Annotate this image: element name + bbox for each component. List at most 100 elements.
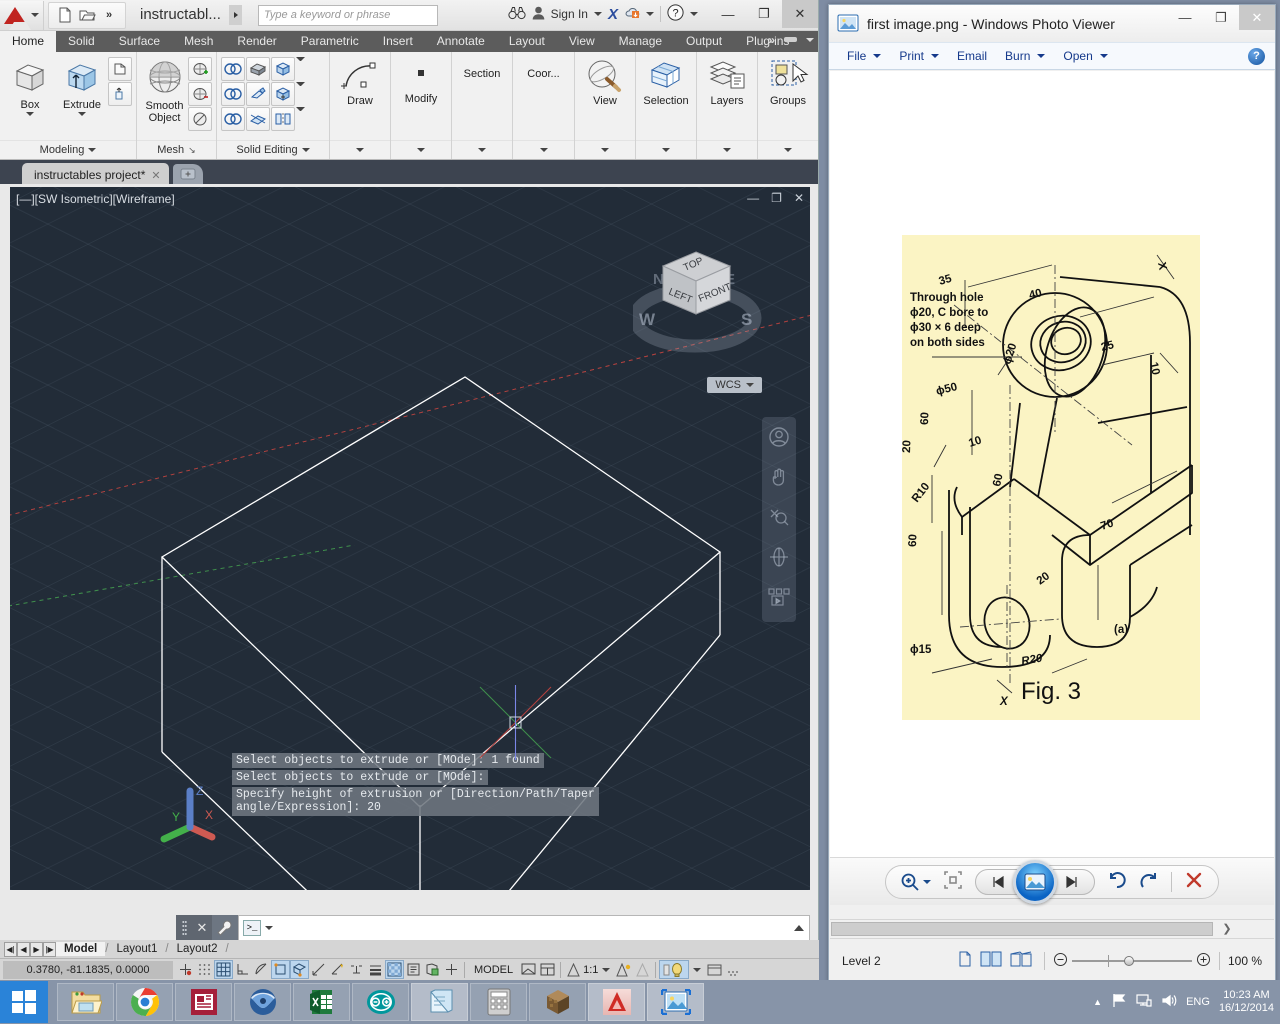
- intersect-icon[interactable]: [221, 107, 245, 131]
- show-motion-icon[interactable]: [762, 577, 796, 617]
- tab-annotate[interactable]: Annotate: [425, 31, 497, 52]
- tab-view[interactable]: View: [557, 31, 607, 52]
- application-menu-button[interactable]: [0, 1, 44, 30]
- next-layout-icon[interactable]: ▶: [30, 942, 43, 957]
- a360-chevron-down-icon[interactable]: [646, 12, 654, 16]
- modify-button[interactable]: Modify: [395, 55, 447, 140]
- calculator-taskbar-icon[interactable]: [470, 983, 527, 1021]
- smooth-more-icon[interactable]: [188, 57, 212, 81]
- network-icon[interactable]: [1136, 993, 1152, 1011]
- workspace-chevron-down-icon[interactable]: [693, 968, 701, 972]
- document-title-dropdown[interactable]: [229, 5, 242, 25]
- selection-button[interactable]: Selection: [640, 55, 692, 140]
- box-chevron-down-icon[interactable]: [26, 112, 34, 116]
- taper-faces-icon[interactable]: [246, 82, 270, 106]
- object-snap-icon[interactable]: [271, 960, 290, 979]
- section-button[interactable]: Section: [456, 64, 508, 80]
- command-line-customize-icon[interactable]: [212, 915, 238, 941]
- autocad-taskbar-icon[interactable]: [588, 983, 645, 1021]
- zoom-slider[interactable]: [1053, 952, 1211, 970]
- presspull-icon[interactable]: [108, 57, 132, 81]
- minimize-button[interactable]: —: [710, 0, 746, 28]
- refine-mesh-icon[interactable]: [188, 107, 212, 131]
- play-slideshow-button[interactable]: [1013, 860, 1057, 904]
- coordinates-button[interactable]: Coor...: [517, 64, 570, 80]
- solid-edit-face-icon[interactable]: [271, 57, 295, 81]
- toolbar-lock-icon[interactable]: [705, 960, 724, 979]
- two-page-view-icon[interactable]: [980, 951, 1002, 970]
- ortho-mode-icon[interactable]: [233, 960, 252, 979]
- last-layout-icon[interactable]: |▶: [43, 942, 56, 957]
- separate-icon[interactable]: [271, 82, 295, 106]
- orbit-icon[interactable]: [762, 537, 796, 577]
- command-line-drag-handle[interactable]: [176, 915, 192, 941]
- file-explorer-taskbar-icon[interactable]: [57, 983, 114, 1021]
- help-icon[interactable]: ?: [1248, 48, 1265, 65]
- solid-edit-chevron-down-icon-1[interactable]: [296, 57, 305, 81]
- autodesk-360-icon[interactable]: [624, 5, 640, 23]
- solid-edit-chevron-down-icon-2[interactable]: [296, 82, 305, 106]
- photo-viewer-canvas[interactable]: Through hole ϕ20, C bore to ϕ30 × 6 deep…: [830, 71, 1274, 875]
- groups-chevron-down-icon[interactable]: [784, 148, 792, 152]
- single-page-view-icon[interactable]: [957, 951, 972, 970]
- rotate-counterclockwise-button[interactable]: [1107, 870, 1127, 893]
- modeling-chevron-down-icon[interactable]: [88, 148, 96, 152]
- first-layout-icon[interactable]: ◀|: [4, 942, 17, 957]
- annotation-scale-chevron-down-icon[interactable]: [602, 968, 610, 972]
- layers-panel-title[interactable]: [697, 140, 757, 159]
- zoom-chevron-down-icon[interactable]: [923, 880, 931, 884]
- model-space-icon[interactable]: [519, 960, 538, 979]
- volume-icon[interactable]: [1161, 993, 1177, 1011]
- zoom-in-icon[interactable]: [1196, 952, 1211, 970]
- lineweight-icon[interactable]: [366, 960, 385, 979]
- dynamic-ucs-icon[interactable]: [328, 960, 347, 979]
- annotation-scale-icon[interactable]: [564, 960, 583, 979]
- menu-burn[interactable]: Burn: [997, 46, 1053, 66]
- new-file-icon[interactable]: [55, 5, 75, 25]
- view-button[interactable]: View: [579, 55, 631, 140]
- command-input[interactable]: >_: [238, 915, 810, 941]
- horizontal-scrollbar[interactable]: ❯: [830, 919, 1274, 937]
- start-button[interactable]: [0, 981, 48, 1023]
- minecraft-taskbar-icon[interactable]: [529, 983, 586, 1021]
- sign-in-chevron-down-icon[interactable]: [594, 12, 602, 16]
- zoom-slider-track[interactable]: [1072, 960, 1192, 962]
- help-chevron-down-icon[interactable]: [690, 12, 698, 16]
- tabs-more-icon[interactable]: »: [768, 33, 775, 47]
- tab-solid[interactable]: Solid: [56, 31, 107, 52]
- scrollbar-thumb[interactable]: [831, 922, 1213, 936]
- more-commands-icon[interactable]: »: [99, 5, 119, 25]
- menu-file[interactable]: File: [839, 46, 889, 66]
- tab-render[interactable]: Render: [225, 31, 288, 52]
- new-tab-button[interactable]: [173, 164, 203, 184]
- tab-parametric[interactable]: Parametric: [289, 31, 371, 52]
- arduino-taskbar-icon[interactable]: [352, 983, 409, 1021]
- modify-chevron-down-icon[interactable]: [417, 148, 425, 152]
- google-chrome-taskbar-icon[interactable]: [116, 983, 173, 1021]
- layout-tab-model[interactable]: Model: [56, 942, 105, 956]
- modify-panel-title[interactable]: [391, 140, 451, 159]
- workspace-switching-icon[interactable]: [659, 960, 689, 979]
- show-hidden-icons-icon[interactable]: ▲: [1093, 997, 1102, 1007]
- search-input[interactable]: Type a keyword or phrase: [258, 5, 438, 26]
- tab-insert[interactable]: Insert: [371, 31, 425, 52]
- view-chevron-down-icon[interactable]: [601, 148, 609, 152]
- object-snap-tracking-icon[interactable]: [309, 960, 328, 979]
- clock[interactable]: 10:23 AM 16/12/2014: [1219, 989, 1274, 1015]
- menu-email[interactable]: Email: [949, 46, 995, 66]
- thunderbird-taskbar-icon[interactable]: [234, 983, 291, 1021]
- layers-button[interactable]: Layers: [701, 55, 753, 140]
- solid-edit-chevron-down-icon-3[interactable]: [296, 107, 305, 131]
- space-label[interactable]: MODEL: [468, 964, 519, 976]
- grid-display-icon[interactable]: [214, 960, 233, 979]
- zoom-magnifier-button[interactable]: [900, 872, 931, 892]
- mesh-panel-title[interactable]: Mesh ↘: [137, 140, 216, 159]
- fit-to-window-button[interactable]: [943, 870, 963, 893]
- zoom-extents-icon[interactable]: [762, 497, 796, 537]
- union-icon[interactable]: [221, 57, 245, 81]
- tab-mesh[interactable]: Mesh: [172, 31, 225, 52]
- view-cube[interactable]: W S N E TOP LEFT FRONT: [633, 242, 768, 377]
- infer-constraints-icon[interactable]: [176, 960, 195, 979]
- tab-manage[interactable]: Manage: [607, 31, 674, 52]
- exchange-apps-icon[interactable]: X: [608, 6, 618, 23]
